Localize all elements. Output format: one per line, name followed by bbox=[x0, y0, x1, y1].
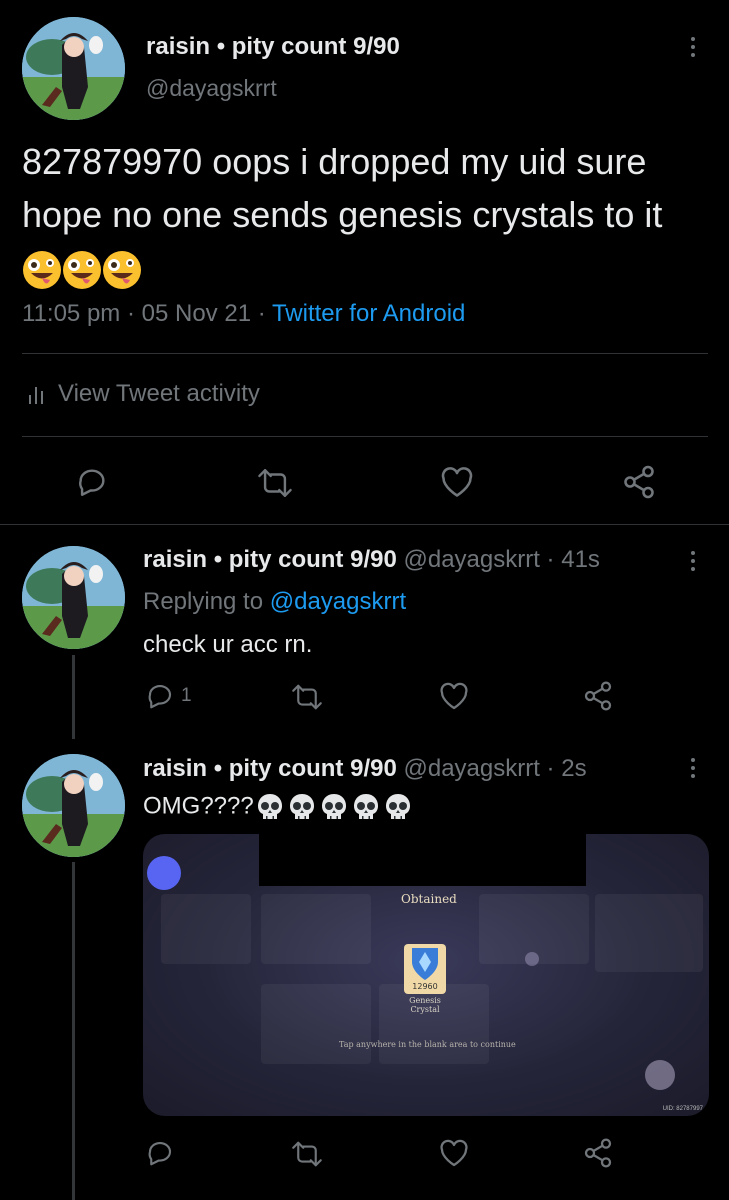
thread-line bbox=[72, 862, 75, 1200]
retweet-icon bbox=[258, 469, 292, 497]
like-button[interactable] bbox=[439, 465, 475, 499]
screenshot-cutout bbox=[259, 834, 586, 886]
reply-button[interactable] bbox=[145, 1138, 175, 1168]
shop-panel bbox=[261, 984, 371, 1064]
divider bbox=[22, 353, 708, 354]
light-orb bbox=[525, 952, 539, 966]
tap-hint: Tap anywhere in the blank area to contin… bbox=[339, 1040, 516, 1049]
share-icon bbox=[624, 465, 654, 499]
retweet-button[interactable] bbox=[290, 682, 324, 712]
tweet-time[interactable]: 11:05 pm bbox=[22, 300, 120, 327]
handle[interactable]: @dayagskrrt bbox=[146, 75, 277, 102]
avatar[interactable] bbox=[22, 17, 125, 120]
uid-watermark: UID: 82787997 bbox=[662, 1106, 703, 1112]
reply-count: 1 bbox=[181, 685, 192, 706]
tweet-source[interactable]: Twitter for Android bbox=[272, 300, 465, 327]
handle[interactable]: @dayagskrrt bbox=[403, 546, 539, 573]
tweet-date[interactable]: 05 Nov 21 bbox=[142, 300, 251, 327]
reply-header: raisin • pity count 9/90 @dayagskrrt · 4… bbox=[143, 546, 600, 573]
divider bbox=[22, 436, 708, 437]
reply-text: check ur acc rn. bbox=[143, 631, 313, 658]
view-activity-link[interactable]: View Tweet activity bbox=[28, 380, 260, 408]
share-button[interactable] bbox=[582, 1137, 614, 1169]
like-button[interactable] bbox=[438, 681, 470, 711]
tweet-media-image[interactable]: Obtained 12960 Genesis Crystal Tap anywh… bbox=[143, 834, 709, 1116]
replying-to-handle[interactable]: @dayagskrrt bbox=[270, 588, 406, 615]
tweet-meta: 11:05 pm · 05 Nov 21 · Twitter for Andro… bbox=[22, 300, 466, 327]
reply-text: OMG???? bbox=[143, 791, 414, 823]
like-icon bbox=[441, 467, 473, 497]
share-button[interactable] bbox=[621, 464, 657, 500]
avatar[interactable] bbox=[22, 546, 125, 649]
item-count: 12960 bbox=[412, 982, 438, 991]
like-icon bbox=[440, 1139, 468, 1167]
like-icon bbox=[440, 682, 468, 710]
display-name[interactable]: raisin • pity count 9/90 bbox=[143, 546, 397, 573]
avatar[interactable] bbox=[22, 754, 125, 857]
reply-button[interactable] bbox=[75, 465, 109, 499]
analytics-icon bbox=[29, 387, 43, 404]
shop-panel bbox=[595, 894, 703, 972]
discord-icon bbox=[147, 856, 181, 890]
more-icon[interactable] bbox=[688, 758, 698, 778]
tweet-age[interactable]: 41s bbox=[561, 546, 600, 573]
divider bbox=[0, 524, 729, 525]
reply-icon bbox=[148, 1141, 172, 1166]
item-name: Genesis Crystal bbox=[409, 996, 441, 1014]
tweet-age[interactable]: 2s bbox=[561, 755, 586, 782]
zany-face-emoji bbox=[22, 247, 142, 290]
retweet-button[interactable] bbox=[256, 466, 294, 500]
replying-to: Replying to @dayagskrrt bbox=[143, 588, 407, 615]
tweet-text: 827879970 oops i dropped my uid sure hop… bbox=[22, 135, 682, 294]
thread-line bbox=[72, 655, 75, 739]
more-icon[interactable] bbox=[688, 37, 698, 57]
like-button[interactable] bbox=[438, 1138, 470, 1168]
shop-panel bbox=[161, 894, 251, 964]
retweet-button[interactable] bbox=[290, 1139, 324, 1169]
share-button[interactable] bbox=[582, 680, 614, 712]
display-name[interactable]: raisin • pity count 9/90 bbox=[146, 33, 400, 61]
retweet-icon bbox=[292, 684, 322, 710]
reply-header: raisin • pity count 9/90 @dayagskrrt · 2… bbox=[143, 755, 587, 782]
shop-panel bbox=[261, 894, 371, 964]
light-orb bbox=[645, 1060, 675, 1090]
retweet-icon bbox=[292, 1141, 322, 1167]
share-icon bbox=[584, 681, 612, 711]
share-icon bbox=[584, 1138, 612, 1168]
obtained-label: Obtained bbox=[401, 892, 457, 906]
activity-label: View Tweet activity bbox=[58, 380, 260, 407]
reply-button[interactable]: 1 bbox=[145, 681, 192, 711]
handle[interactable]: @dayagskrrt bbox=[403, 755, 539, 782]
reply-icon bbox=[79, 469, 105, 496]
skull-emoji bbox=[254, 792, 414, 819]
more-icon[interactable] bbox=[688, 551, 698, 571]
display-name[interactable]: raisin • pity count 9/90 bbox=[143, 755, 397, 782]
reply-icon bbox=[148, 684, 172, 709]
